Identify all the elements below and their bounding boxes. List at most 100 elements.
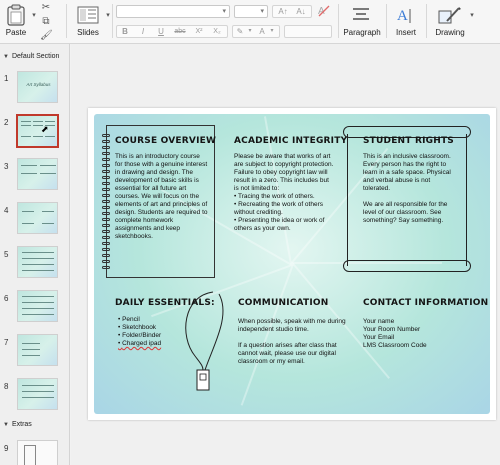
daily-essentials-title[interactable]: DAILY ESSENTIALS: bbox=[115, 298, 215, 308]
paste-dropdown-chevron-icon[interactable]: ▾ bbox=[28, 10, 40, 21]
slide-thumbnail-2[interactable]: ⬈ bbox=[16, 114, 59, 148]
thumbnail-line bbox=[33, 136, 43, 137]
student-rights-title[interactable]: STUDENT RIGHTS bbox=[363, 136, 454, 146]
spiral-ring bbox=[102, 212, 110, 215]
spiral-ring bbox=[102, 164, 110, 167]
communication-p1: When possible, speak with me during inde… bbox=[238, 318, 346, 333]
thumbnail-line bbox=[22, 308, 54, 309]
academic-integrity-text[interactable]: Please be aware that works of art are su… bbox=[234, 153, 334, 233]
drawing-button[interactable]: Drawing bbox=[430, 2, 470, 42]
slide-thumbnail-3[interactable] bbox=[17, 158, 58, 190]
strikethrough-button[interactable]: abc bbox=[172, 25, 188, 38]
clear-formatting-button[interactable]: A bbox=[316, 4, 332, 17]
contact-line: Your name bbox=[363, 318, 395, 325]
spiral-ring bbox=[102, 170, 110, 173]
slide-thumbnail-7[interactable] bbox=[17, 334, 58, 366]
thumbnail-line bbox=[21, 125, 31, 126]
italic-button[interactable]: I bbox=[136, 25, 150, 38]
student-rights-text[interactable]: This is an inclusive classroom. Every pe… bbox=[363, 153, 455, 225]
academic-integrity-title[interactable]: ACADEMIC INTEGRITY bbox=[234, 136, 347, 146]
chevron-down-icon[interactable]: ▾ bbox=[246, 25, 254, 38]
paragraph-label: Paragraph bbox=[343, 28, 381, 37]
slides-label: Slides bbox=[77, 28, 99, 37]
thumbnail-line bbox=[40, 173, 56, 174]
list-item: Sketchbook bbox=[118, 324, 188, 332]
communication-text[interactable]: When possible, speak with me during inde… bbox=[238, 318, 346, 366]
highlight-button[interactable]: ✎ bbox=[234, 25, 246, 38]
spiral-ring bbox=[102, 236, 110, 239]
paragraph-button[interactable]: Paragraph bbox=[342, 2, 382, 42]
contact-line: Your Room Number bbox=[363, 326, 421, 333]
scroll-bottom-roll bbox=[343, 260, 471, 272]
list-item: Recreating the work of others without cr… bbox=[234, 201, 334, 217]
thumbnail-line bbox=[22, 391, 54, 392]
thumbnail-line bbox=[21, 136, 31, 137]
paste-button[interactable]: Paste bbox=[4, 2, 28, 42]
section-label: Extras bbox=[11, 421, 32, 428]
thumbnail-line bbox=[22, 223, 34, 224]
spiral-ring bbox=[102, 266, 110, 269]
insert-button[interactable]: A Insert bbox=[390, 2, 422, 42]
spiral-ring bbox=[102, 176, 110, 179]
communication-title[interactable]: COMMUNICATION bbox=[238, 298, 329, 308]
slide-number: 9 bbox=[4, 444, 9, 453]
spiral-ring bbox=[102, 158, 110, 161]
thumbnail-line bbox=[22, 296, 54, 297]
format-painter-icon[interactable]: 🖌 bbox=[40, 30, 53, 41]
contact-information-text[interactable]: Your name Your Room Number Your Email LM… bbox=[363, 318, 473, 350]
insert-textbox-icon: A bbox=[397, 8, 411, 24]
slide-thumbnail-1[interactable]: Art Syllabus bbox=[17, 71, 58, 103]
clear-formatting-icon: A bbox=[318, 5, 330, 17]
slide-thumbnail-5[interactable] bbox=[17, 246, 58, 278]
contact-line: Your Email bbox=[363, 334, 395, 341]
slide-number: 5 bbox=[4, 250, 9, 259]
cut-icon[interactable]: ✂ bbox=[40, 2, 52, 13]
chevron-down-icon[interactable]: ▾ bbox=[268, 25, 276, 38]
thumbnail-line bbox=[22, 397, 54, 398]
course-overview-title[interactable]: COURSE OVERVIEW bbox=[115, 136, 216, 146]
slide-thumbnail-9[interactable] bbox=[17, 440, 58, 465]
course-overview-text[interactable]: This is an introductory course for those… bbox=[115, 153, 209, 241]
grow-font-button[interactable]: A↑ bbox=[274, 5, 292, 18]
drawing-dropdown-chevron-icon[interactable]: ▾ bbox=[466, 10, 478, 21]
slides-button[interactable]: Slides bbox=[73, 2, 103, 42]
thumbnail-line bbox=[22, 349, 40, 350]
spiral-ring bbox=[102, 224, 110, 227]
slide-number: 4 bbox=[4, 206, 9, 215]
subscript-button[interactable]: X₂ bbox=[210, 25, 224, 38]
font-color-button[interactable]: A bbox=[256, 25, 268, 38]
superscript-button[interactable]: X² bbox=[192, 25, 206, 38]
list-item: Folder/Binder bbox=[118, 332, 188, 340]
section-header-default[interactable]: ▼ Default Section bbox=[3, 53, 59, 60]
contact-information-title[interactable]: CONTACT INFORMATION bbox=[363, 298, 488, 308]
list-item: Tracing the work of others. bbox=[234, 193, 334, 201]
underline-button[interactable]: U bbox=[154, 25, 168, 38]
slide-thumbnail-8[interactable] bbox=[17, 378, 58, 410]
current-slide[interactable]: COURSE OVERVIEW This is an introductory … bbox=[88, 108, 496, 420]
daily-essentials-list[interactable]: Pencil Sketchbook Folder/Binder Charged … bbox=[118, 316, 188, 348]
thumbnail-line bbox=[22, 343, 40, 344]
contact-line: LMS Classroom Code bbox=[363, 342, 427, 349]
font-size-combo[interactable]: ▾ bbox=[234, 5, 268, 18]
shrink-font-button[interactable]: A↓ bbox=[292, 5, 310, 18]
ribbon-separator bbox=[66, 4, 67, 38]
slide-thumbnail-6[interactable] bbox=[17, 290, 58, 322]
section-header-extras[interactable]: ▼ Extras bbox=[3, 421, 32, 428]
spiral-ring bbox=[102, 134, 110, 137]
thumbnail-line bbox=[22, 302, 54, 303]
copy-icon[interactable]: ⧉ bbox=[40, 16, 52, 27]
presentation-app: Paste ▾ ✂ ⧉ 🖌 Slides ▾ ▾ ▾ A↑ A↓ A B I U… bbox=[0, 0, 500, 465]
academic-integrity-list: Tracing the work of others. Recreating t… bbox=[234, 193, 334, 233]
thumbnail-line bbox=[42, 211, 54, 212]
font-name-combo[interactable]: ▾ bbox=[116, 5, 230, 18]
slide-thumbnail-4[interactable] bbox=[17, 202, 58, 234]
list-item: Charged ipad bbox=[118, 340, 188, 348]
slide-number: 6 bbox=[4, 294, 9, 303]
thumbnail-line bbox=[22, 252, 54, 253]
slide-number: 2 bbox=[4, 118, 9, 127]
bold-button[interactable]: B bbox=[118, 25, 132, 38]
thumbnail-title: Art Syllabus bbox=[26, 82, 51, 87]
chevron-down-icon: ▾ bbox=[222, 8, 226, 15]
thumbnail-line bbox=[22, 314, 54, 315]
spiral-ring bbox=[102, 218, 110, 221]
